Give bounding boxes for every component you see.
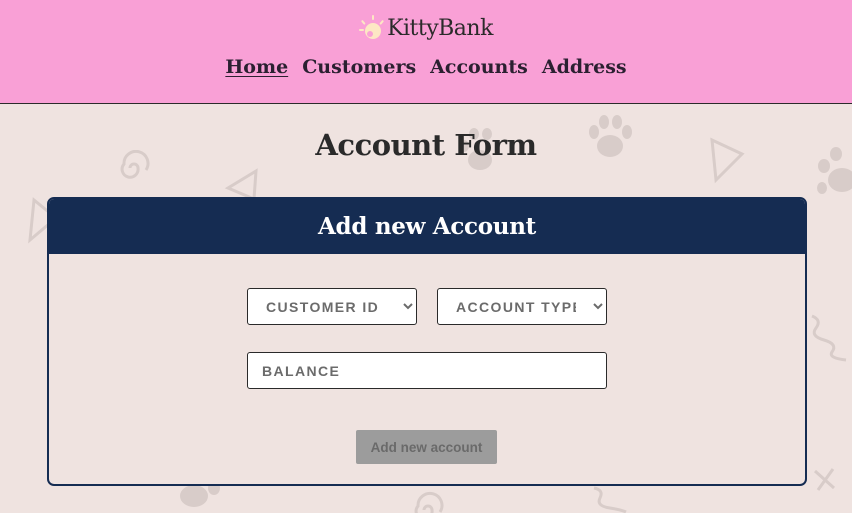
card-header: Add new Account (49, 199, 805, 254)
add-account-button[interactable]: Add new account (356, 430, 497, 464)
page-title: Account Form (315, 128, 537, 162)
customer-id-select[interactable]: CUSTOMER ID (247, 288, 417, 325)
account-type-select[interactable]: ACCOUNT TYPE (437, 288, 607, 325)
zigzag-decoration (592, 484, 628, 513)
top-header: KittyBank Home Customers Accounts Addres… (0, 0, 852, 104)
account-form-card: Add new Account CUSTOMER ID ACCOUNT TYPE… (47, 197, 807, 486)
nav-address-link[interactable]: Address (542, 56, 627, 78)
nav-accounts-link[interactable]: Accounts (430, 56, 528, 78)
balance-input[interactable] (247, 352, 607, 389)
zigzag-decoration (808, 312, 852, 362)
brand-logo[interactable]: KittyBank (0, 14, 852, 42)
card-title: Add new Account (318, 213, 536, 240)
brand-name: KittyBank (387, 15, 493, 41)
cross-decoration (810, 464, 840, 494)
main-nav: Home Customers Accounts Address (0, 56, 852, 78)
nav-customers-link[interactable]: Customers (302, 56, 416, 78)
spiral-decoration (408, 490, 448, 513)
nav-home-link[interactable]: Home (225, 56, 288, 78)
paw-sun-icon (359, 14, 385, 42)
